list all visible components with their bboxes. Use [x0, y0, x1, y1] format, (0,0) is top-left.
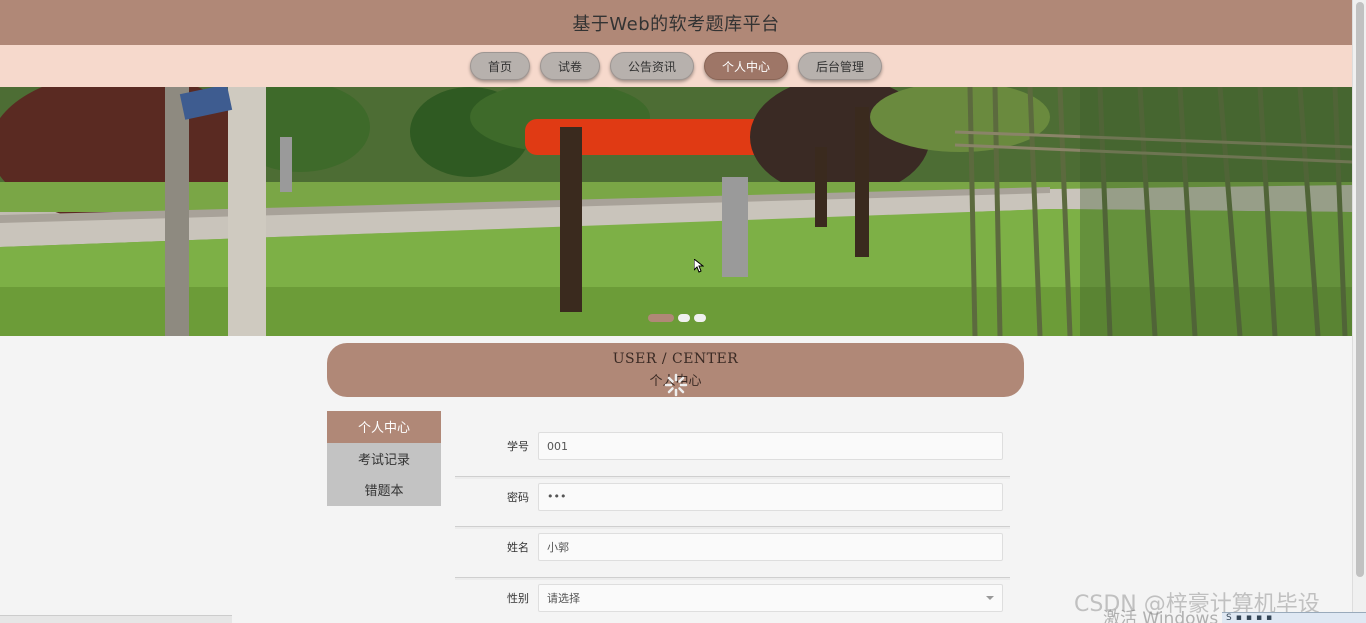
carousel-dot[interactable] [648, 314, 674, 322]
side-menu: 个人中心 考试记录 错题本 [327, 411, 441, 506]
side-item-exam-records[interactable]: 考试记录 [327, 442, 441, 474]
form-row-password: 密码 ••• [455, 477, 1010, 527]
section-title-en: USER / CENTER [612, 351, 739, 367]
main-nav: 首页 试卷 公告资讯 个人中心 后台管理 [0, 45, 1352, 87]
nav-personal-center[interactable]: 个人中心 [704, 52, 789, 80]
form-row-name: 姓名 小郭 [455, 527, 1010, 578]
page-scrollbar[interactable] [1352, 0, 1366, 623]
mouse-cursor-icon [694, 259, 704, 273]
form-row-student-id: 学号 001 [455, 426, 1010, 477]
chevron-down-icon [986, 595, 994, 600]
password-field[interactable]: ••• [538, 482, 1003, 511]
form-row-gender: 性别 请选择 [455, 578, 1010, 623]
tray-icon[interactable]: ▪ [1236, 613, 1242, 623]
tray-icon[interactable]: ▪ [1246, 613, 1252, 623]
site-title: 基于Web的软考题库平台 [572, 13, 780, 35]
loading-spinner-icon [664, 373, 688, 397]
side-item-personal-center[interactable]: 个人中心 [327, 411, 441, 443]
gender-label: 性别 [507, 591, 529, 605]
profile-form: 学号 001 密码 ••• 姓名 小郭 性别 请选择 [455, 426, 1010, 623]
side-item-wrong-questions[interactable]: 错题本 [327, 474, 441, 506]
nav-papers[interactable]: 试卷 [539, 52, 600, 80]
carousel-dots [648, 314, 706, 322]
nav-admin[interactable]: 后台管理 [798, 52, 883, 80]
student-id-field[interactable]: 001 [538, 432, 1003, 460]
tray-icon[interactable]: ▪ [1266, 613, 1272, 623]
gender-select-value: 请选择 [547, 591, 580, 605]
banner-image [0, 87, 1352, 336]
system-tray: S ▪ ▪ ▪ ▪ [1222, 612, 1366, 623]
top-header: 基于Web的软考题库平台 [0, 0, 1352, 45]
nav-home[interactable]: 首页 [469, 52, 530, 80]
tray-icon[interactable]: S [1226, 613, 1232, 623]
browser-status-bar [0, 615, 232, 623]
carousel-dot[interactable] [678, 314, 690, 322]
password-label: 密码 [507, 490, 529, 504]
banner-carousel[interactable] [0, 87, 1352, 336]
student-id-label: 学号 [507, 440, 529, 453]
nav-announcements[interactable]: 公告资讯 [609, 52, 694, 80]
windows-activation-text: 激活 Windows [1103, 609, 1219, 623]
name-label: 姓名 [507, 541, 529, 554]
tray-icon[interactable]: ▪ [1256, 613, 1262, 623]
scrollbar-thumb[interactable] [1356, 2, 1364, 577]
gender-select[interactable]: 请选择 [538, 583, 1003, 612]
name-field[interactable]: 小郭 [538, 533, 1003, 561]
carousel-dot[interactable] [694, 314, 706, 322]
